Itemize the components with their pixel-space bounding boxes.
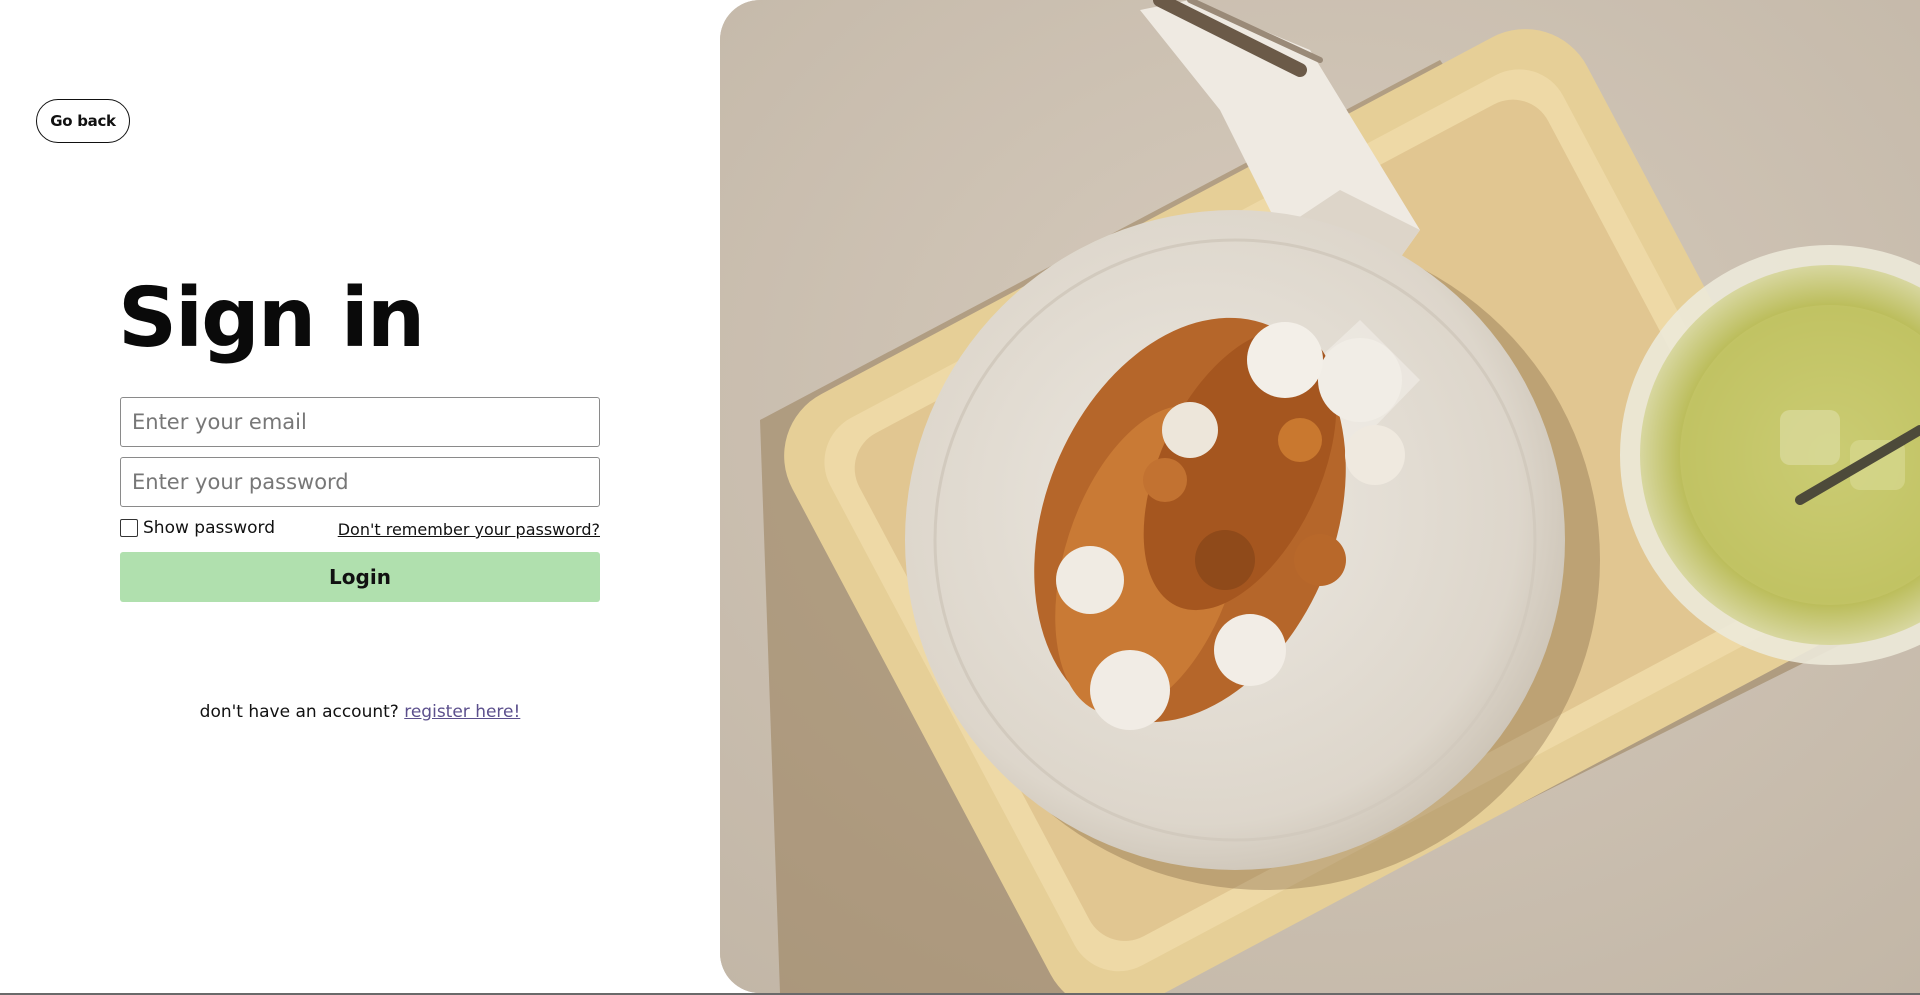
show-password-label: Show password [143, 518, 275, 538]
login-button[interactable]: Login [120, 552, 600, 602]
go-back-button[interactable]: Go back [36, 99, 130, 143]
show-password-checkbox[interactable] [120, 519, 138, 537]
register-link[interactable]: register here! [404, 702, 520, 722]
dessert-photo-illustration [720, 0, 1920, 993]
register-prompt-text: don't have an account? [199, 702, 399, 722]
dessert-photo [720, 0, 1920, 993]
page-title: Sign in [118, 271, 425, 366]
register-prompt: don't have an account? register here! [120, 702, 600, 722]
password-field[interactable] [120, 457, 600, 507]
forgot-password-link[interactable]: Don't remember your password? [338, 520, 600, 539]
form-options-row: Show password Don't remember your passwo… [120, 516, 600, 542]
show-password-toggle[interactable]: Show password [120, 518, 275, 538]
email-field[interactable] [120, 397, 600, 447]
signin-page: Go back Sign in Show password Don't reme… [0, 0, 1920, 995]
